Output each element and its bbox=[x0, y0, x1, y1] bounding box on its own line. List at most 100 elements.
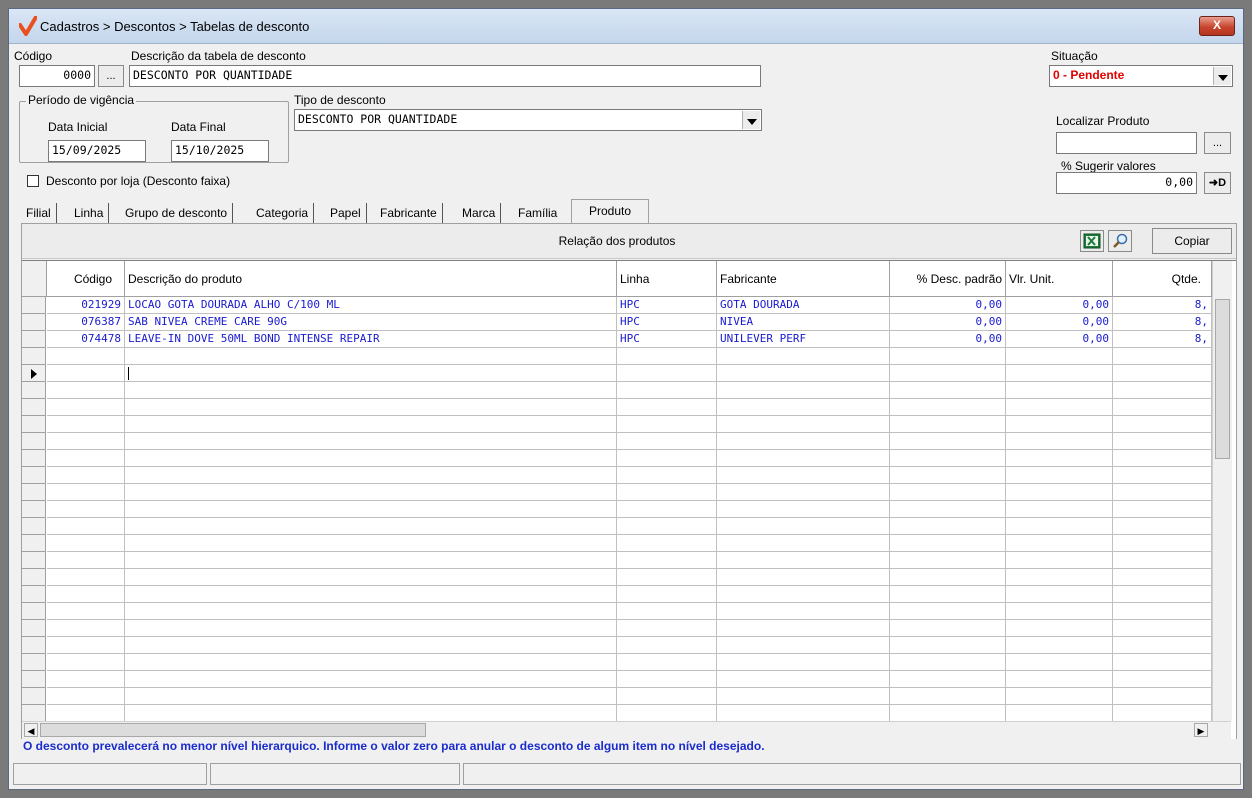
row-indicator[interactable] bbox=[22, 552, 46, 569]
row-indicator[interactable] bbox=[22, 501, 46, 518]
chevron-down-icon[interactable] bbox=[742, 111, 760, 129]
cell-linha[interactable] bbox=[617, 620, 717, 637]
row-indicator[interactable] bbox=[22, 416, 46, 433]
descricao-field[interactable]: DESCONTO POR QUANTIDADE bbox=[129, 65, 761, 87]
cell-qtde[interactable] bbox=[1113, 382, 1212, 399]
cell-desc-padrao[interactable] bbox=[890, 484, 1006, 501]
cell-descricao[interactable] bbox=[125, 535, 617, 552]
tab-grupo-desconto[interactable]: Grupo de desconto bbox=[120, 203, 234, 223]
cell-desc-padrao[interactable] bbox=[890, 620, 1006, 637]
apply-suggest-button[interactable]: ➜D bbox=[1204, 172, 1231, 194]
cell-descricao[interactable] bbox=[125, 467, 617, 484]
cell-qtde[interactable] bbox=[1113, 552, 1212, 569]
cell-codigo[interactable] bbox=[47, 399, 125, 416]
cell-desc-padrao[interactable] bbox=[890, 348, 1006, 365]
cell-descricao[interactable] bbox=[125, 586, 617, 603]
cell-fabricante[interactable] bbox=[717, 705, 890, 722]
search-button[interactable] bbox=[1108, 230, 1132, 252]
cell-vlr-unit[interactable] bbox=[1006, 501, 1113, 518]
cell-desc-padrao[interactable] bbox=[890, 467, 1006, 484]
cell-linha[interactable] bbox=[617, 637, 717, 654]
codigo-field[interactable]: 0000 bbox=[19, 65, 95, 87]
cell-qtde[interactable] bbox=[1113, 365, 1212, 382]
cell-fabricante[interactable] bbox=[717, 586, 890, 603]
cell-fabricante[interactable]: GOTA DOURADA bbox=[717, 297, 890, 314]
tab-marca[interactable]: Marca bbox=[457, 203, 502, 223]
row-indicator[interactable] bbox=[22, 637, 46, 654]
cell-codigo[interactable] bbox=[47, 552, 125, 569]
cell-qtde[interactable]: 8, bbox=[1113, 314, 1212, 331]
cell-desc-padrao[interactable]: 0,00 bbox=[890, 314, 1006, 331]
cell-codigo[interactable] bbox=[47, 654, 125, 671]
cell-descricao[interactable] bbox=[125, 399, 617, 416]
cell-descricao[interactable] bbox=[125, 382, 617, 399]
cell-qtde[interactable] bbox=[1113, 416, 1212, 433]
table-row[interactable] bbox=[22, 399, 1212, 416]
cell-qtde[interactable] bbox=[1113, 569, 1212, 586]
cell-desc-padrao[interactable] bbox=[890, 637, 1006, 654]
table-row[interactable] bbox=[22, 637, 1212, 654]
copiar-button[interactable]: Copiar bbox=[1152, 228, 1232, 254]
cell-descricao[interactable]: SAB NIVEA CREME CARE 90G bbox=[125, 314, 617, 331]
table-row[interactable] bbox=[22, 467, 1212, 484]
table-row[interactable] bbox=[22, 552, 1212, 569]
horizontal-scrollbar[interactable]: ◀ ▶ bbox=[22, 721, 1231, 739]
cell-qtde[interactable] bbox=[1113, 637, 1212, 654]
col-fabricante[interactable]: Fabricante bbox=[717, 261, 890, 297]
cell-desc-padrao[interactable] bbox=[890, 382, 1006, 399]
cell-vlr-unit[interactable] bbox=[1006, 535, 1113, 552]
cell-linha[interactable] bbox=[617, 467, 717, 484]
cell-fabricante[interactable]: UNILEVER PERF bbox=[717, 331, 890, 348]
table-row[interactable]: 076387 SAB NIVEA CREME CARE 90G HPC NIVEA 0,… bbox=[22, 314, 1212, 331]
cell-codigo[interactable] bbox=[47, 484, 125, 501]
hscroll-thumb[interactable] bbox=[40, 723, 426, 737]
col-descricao[interactable]: Descrição do produto bbox=[125, 261, 617, 297]
cell-fabricante[interactable] bbox=[717, 450, 890, 467]
vertical-scrollbar[interactable] bbox=[1212, 261, 1232, 721]
cell-fabricante[interactable] bbox=[717, 569, 890, 586]
cell-qtde[interactable] bbox=[1113, 603, 1212, 620]
cell-qtde[interactable] bbox=[1113, 688, 1212, 705]
cell-descricao[interactable] bbox=[125, 654, 617, 671]
cell-desc-padrao[interactable] bbox=[890, 450, 1006, 467]
cell-vlr-unit[interactable] bbox=[1006, 450, 1113, 467]
cell-vlr-unit[interactable] bbox=[1006, 382, 1113, 399]
cell-codigo[interactable] bbox=[47, 688, 125, 705]
cell-descricao[interactable] bbox=[125, 603, 617, 620]
table-row[interactable] bbox=[22, 382, 1212, 399]
row-indicator[interactable] bbox=[22, 705, 46, 722]
table-row[interactable] bbox=[22, 484, 1212, 501]
table-row[interactable] bbox=[22, 654, 1212, 671]
cell-linha[interactable] bbox=[617, 535, 717, 552]
cell-desc-padrao[interactable] bbox=[890, 535, 1006, 552]
cell-desc-padrao[interactable] bbox=[890, 416, 1006, 433]
row-indicator[interactable] bbox=[22, 399, 46, 416]
cell-fabricante[interactable] bbox=[717, 688, 890, 705]
cell-linha[interactable] bbox=[617, 569, 717, 586]
cell-vlr-unit[interactable] bbox=[1006, 348, 1113, 365]
row-indicator[interactable] bbox=[22, 484, 46, 501]
cell-vlr-unit[interactable] bbox=[1006, 671, 1113, 688]
row-indicator[interactable] bbox=[22, 620, 46, 637]
row-indicator[interactable] bbox=[22, 569, 46, 586]
cell-codigo[interactable] bbox=[47, 365, 125, 382]
desconto-loja-checkbox[interactable] bbox=[27, 175, 39, 187]
row-indicator[interactable] bbox=[22, 518, 46, 535]
row-indicator[interactable] bbox=[22, 586, 46, 603]
tipo-select[interactable]: DESCONTO POR QUANTIDADE bbox=[294, 109, 762, 131]
table-row[interactable] bbox=[22, 586, 1212, 603]
cell-fabricante[interactable] bbox=[717, 416, 890, 433]
cell-codigo[interactable] bbox=[47, 637, 125, 654]
row-indicator[interactable] bbox=[22, 603, 46, 620]
row-indicator[interactable] bbox=[22, 688, 46, 705]
row-indicator[interactable] bbox=[22, 450, 46, 467]
cell-vlr-unit[interactable] bbox=[1006, 705, 1113, 722]
tab-linha[interactable]: Linha bbox=[69, 203, 110, 223]
cell-codigo[interactable] bbox=[47, 382, 125, 399]
cell-linha[interactable]: HPC bbox=[617, 297, 717, 314]
cell-linha[interactable] bbox=[617, 348, 717, 365]
cell-codigo[interactable] bbox=[47, 416, 125, 433]
cell-codigo[interactable] bbox=[47, 620, 125, 637]
cell-linha[interactable] bbox=[617, 450, 717, 467]
cell-descricao[interactable] bbox=[125, 671, 617, 688]
